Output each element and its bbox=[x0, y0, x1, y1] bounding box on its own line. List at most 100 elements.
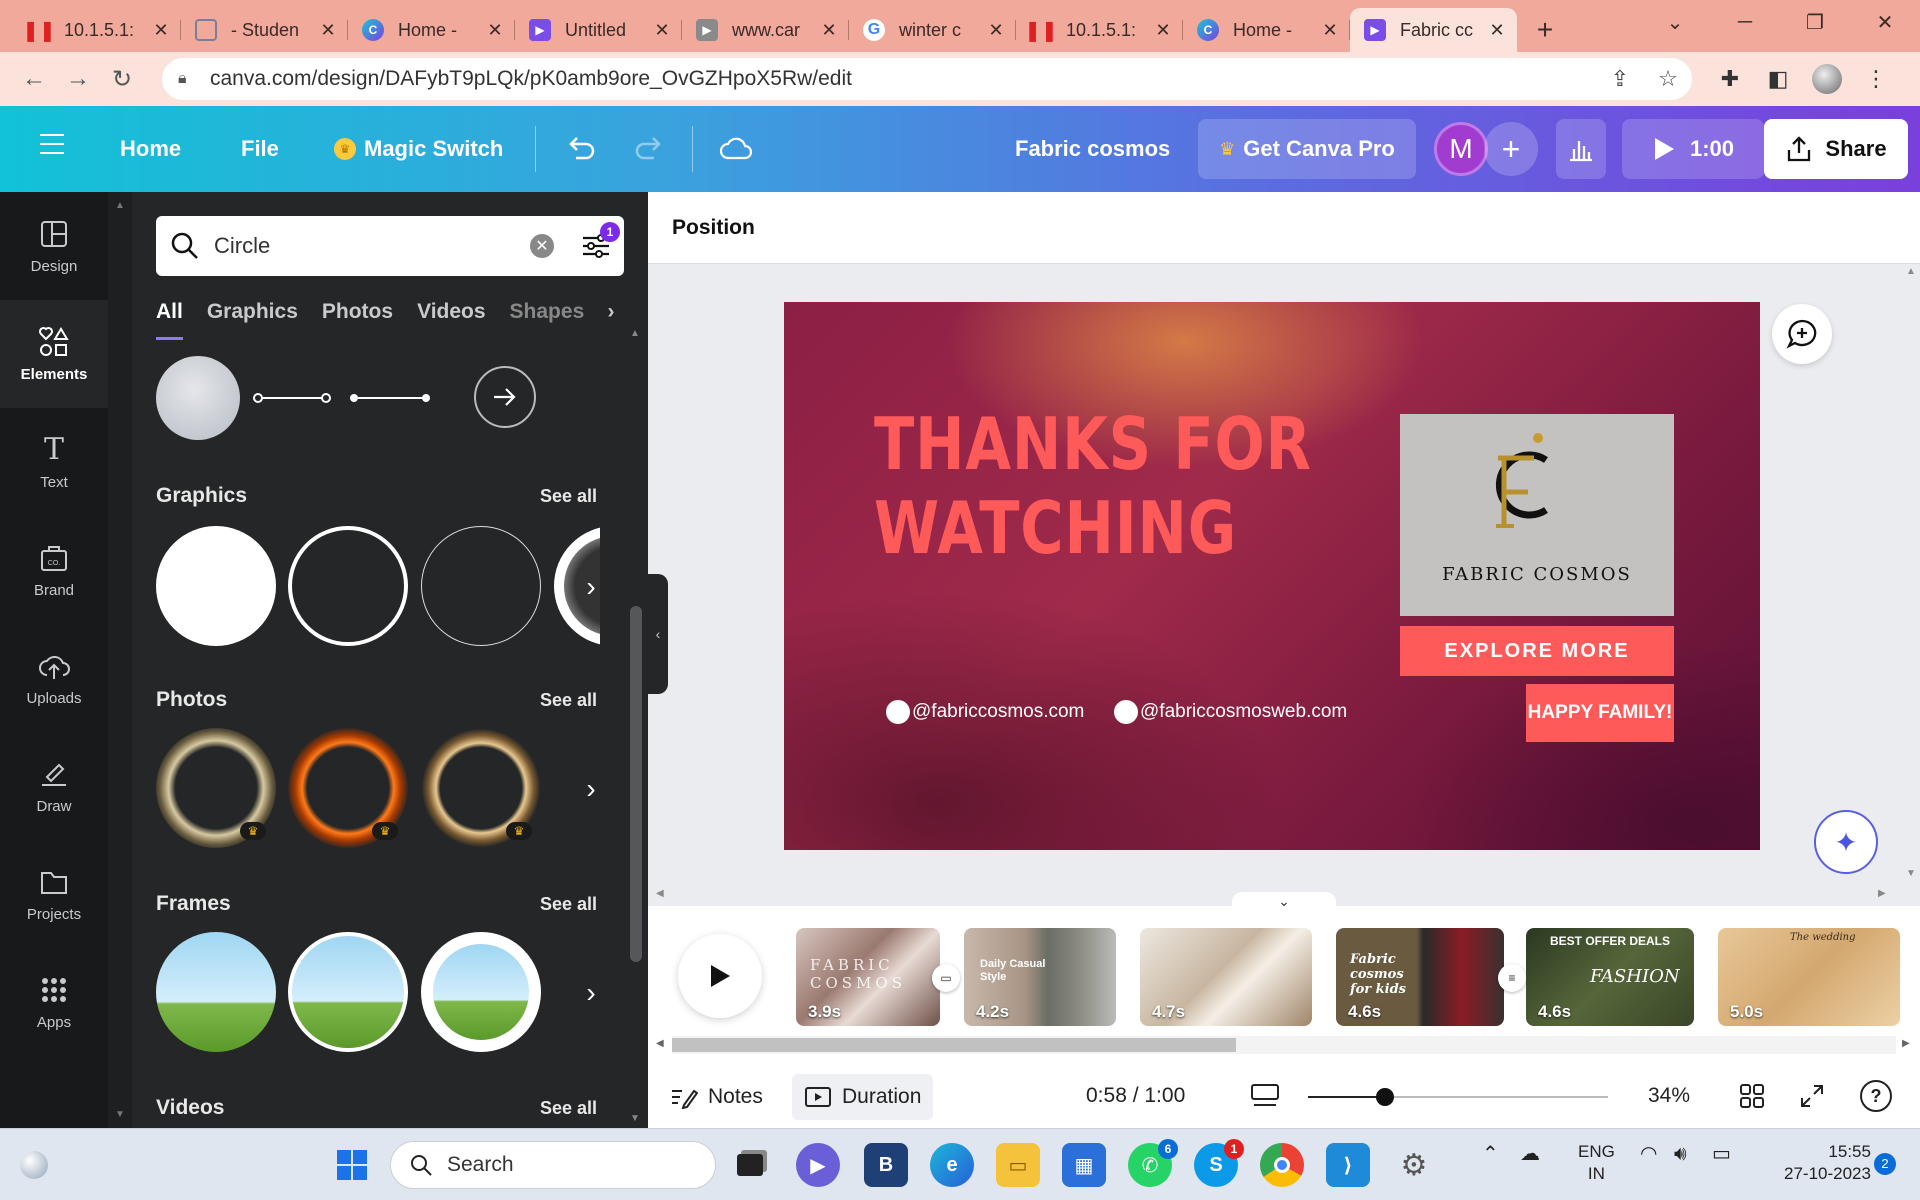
browser-tab[interactable]: C Home - ✕ bbox=[1183, 8, 1350, 52]
rail-draw[interactable]: Draw bbox=[0, 732, 108, 840]
panel-left-scrollbar[interactable]: ▲ ▼ bbox=[108, 192, 132, 1128]
browser-tab[interactable]: C Home - ✕ bbox=[348, 8, 515, 52]
taskbar-search[interactable]: Search bbox=[390, 1141, 716, 1189]
zoom-percent[interactable]: 34% bbox=[1648, 1084, 1690, 1108]
scroll-right-icon[interactable]: ▶ bbox=[1878, 888, 1886, 899]
language-indicator[interactable]: ENG IN bbox=[1578, 1141, 1615, 1185]
rail-apps[interactable]: Apps bbox=[0, 948, 108, 1056]
browser-tab[interactable]: ▶ Untitled ✕ bbox=[515, 8, 682, 52]
close-icon[interactable]: ✕ bbox=[1487, 20, 1507, 41]
present-play-button[interactable]: 1:00 bbox=[1622, 119, 1764, 179]
reload-icon[interactable]: ↻ bbox=[100, 57, 144, 101]
file-explorer-icon[interactable]: ▭ bbox=[996, 1143, 1040, 1187]
weather-icon[interactable] bbox=[12, 1143, 56, 1187]
magic-switch-button[interactable]: ♛ Magic Switch bbox=[334, 136, 503, 162]
undo-icon[interactable] bbox=[562, 130, 598, 166]
battery-icon[interactable]: ▭ bbox=[1712, 1143, 1731, 1165]
scrollbar-thumb[interactable] bbox=[630, 606, 642, 962]
scroll-down-icon[interactable]: ▼ bbox=[115, 1109, 125, 1120]
headline[interactable]: THANKS FOR WATCHING bbox=[874, 402, 1312, 570]
minimize-icon[interactable]: ─ bbox=[1710, 0, 1780, 44]
back-arrow-icon[interactable]: ← bbox=[12, 57, 56, 101]
grid-view-icon[interactable] bbox=[1738, 1082, 1766, 1110]
rail-projects[interactable]: Projects bbox=[0, 840, 108, 948]
social-handle-2[interactable]: @fabriccosmosweb.com bbox=[1114, 700, 1347, 724]
scroll-down-icon[interactable]: ▼ bbox=[630, 1113, 640, 1124]
tab-all[interactable]: All bbox=[156, 300, 183, 340]
thumbnail-view-icon[interactable] bbox=[1250, 1082, 1280, 1110]
photos-see-all-link[interactable]: See all bbox=[540, 690, 597, 711]
frame-circle-landscape[interactable] bbox=[156, 932, 276, 1052]
new-tab-button[interactable]: + bbox=[1525, 8, 1565, 52]
browser-tab[interactable]: G winter c ✕ bbox=[849, 8, 1016, 52]
scroll-left-icon[interactable]: ◀ bbox=[656, 888, 664, 899]
line-dots-result[interactable] bbox=[252, 390, 336, 406]
b-app-icon[interactable]: B bbox=[864, 1143, 908, 1187]
page-thumbnail[interactable]: BEST OFFER DEALS FASHION 4.6s bbox=[1526, 928, 1694, 1026]
page-thumbnail[interactable]: FABRIC COSMOS 3.9s bbox=[796, 928, 940, 1026]
page-thumbnail[interactable]: Daily Casual Style 4.2s bbox=[964, 928, 1116, 1026]
share-page-icon[interactable]: ⇪ bbox=[1596, 66, 1644, 92]
redo-icon[interactable] bbox=[632, 130, 668, 166]
transition-icon[interactable]: ▭ bbox=[932, 964, 960, 992]
tab-graphics[interactable]: Graphics bbox=[207, 300, 298, 340]
videos-see-all-link[interactable]: See all bbox=[540, 1098, 597, 1119]
close-icon[interactable]: ✕ bbox=[652, 20, 672, 41]
profile-avatar[interactable] bbox=[1812, 64, 1842, 94]
close-icon[interactable]: ✕ bbox=[1153, 20, 1173, 41]
hamburger-menu-icon[interactable] bbox=[40, 134, 64, 154]
close-icon[interactable]: ✕ bbox=[1320, 20, 1340, 41]
brand-logo-box[interactable]: FABRIC COSMOS bbox=[1400, 414, 1674, 616]
line-dot-end-result[interactable] bbox=[348, 390, 432, 406]
elements-search[interactable]: Circle ✕ 1 bbox=[156, 216, 624, 276]
graphic-outline-thick-circle[interactable] bbox=[288, 526, 408, 646]
browser-tab-active[interactable]: ▶ Fabric cc ✕ bbox=[1350, 8, 1517, 52]
rail-elements[interactable]: Elements bbox=[0, 300, 108, 408]
volume-icon[interactable]: 🔊︎ bbox=[1674, 1143, 1687, 1165]
whatsapp-icon[interactable]: ✆ 6 bbox=[1128, 1139, 1178, 1187]
frame-circle-landscape-thick[interactable] bbox=[421, 932, 541, 1052]
close-icon[interactable]: ✕ bbox=[151, 20, 171, 41]
skype-icon[interactable]: S 1 bbox=[1194, 1139, 1244, 1187]
arrow-circle-result[interactable] bbox=[474, 366, 536, 428]
rail-design[interactable]: Design bbox=[0, 192, 108, 300]
zoom-slider[interactable] bbox=[1308, 1088, 1608, 1106]
close-icon[interactable]: ✕ bbox=[819, 20, 839, 41]
close-window-icon[interactable]: ✕ bbox=[1850, 0, 1920, 44]
scroll-down-icon[interactable]: ▼ bbox=[1906, 868, 1916, 879]
rail-text[interactable]: T Text bbox=[0, 408, 108, 516]
chrome-icon[interactable] bbox=[1260, 1143, 1304, 1187]
filter-button[interactable]: 1 bbox=[576, 222, 620, 266]
store-icon[interactable]: ▦ bbox=[1062, 1143, 1106, 1187]
edge-browser-icon[interactable]: e bbox=[930, 1143, 974, 1187]
add-collaborator-button[interactable]: + bbox=[1484, 122, 1538, 176]
scroll-up-icon[interactable]: ▲ bbox=[115, 200, 125, 211]
photos-next-icon[interactable]: › bbox=[566, 764, 616, 814]
chevron-down-icon[interactable]: ⌄ bbox=[1640, 0, 1710, 44]
close-icon[interactable]: ✕ bbox=[986, 20, 1006, 41]
notification-badge[interactable]: 2 bbox=[1874, 1153, 1896, 1175]
duration-button[interactable]: Duration bbox=[792, 1074, 934, 1120]
grey-circle-result[interactable] bbox=[156, 356, 240, 440]
add-comment-button[interactable] bbox=[1772, 304, 1832, 364]
puzzle-icon[interactable]: ✚ bbox=[1706, 66, 1754, 92]
tab-videos[interactable]: Videos bbox=[417, 300, 485, 340]
graphics-see-all-link[interactable]: See all bbox=[540, 486, 597, 507]
close-icon[interactable]: ✕ bbox=[318, 20, 338, 41]
onedrive-icon[interactable]: ☁ bbox=[1520, 1143, 1540, 1165]
rail-uploads[interactable]: Uploads bbox=[0, 624, 108, 732]
browser-tab[interactable]: ❚❚ 10.1.5.1: ✕ bbox=[1016, 8, 1183, 52]
get-canva-pro-button[interactable]: ♛ Get Canva Pro bbox=[1198, 119, 1416, 179]
design-slide[interactable]: THANKS FOR WATCHING FABRIC COSMOS EXPLOR… bbox=[784, 302, 1760, 850]
frame-circle-landscape-border[interactable] bbox=[288, 932, 408, 1052]
happy-family-label[interactable]: HAPPY FAMILY! bbox=[1526, 684, 1674, 742]
sidepanel-icon[interactable]: ◧ bbox=[1754, 66, 1802, 92]
position-button[interactable]: Position bbox=[672, 216, 755, 240]
windows-start-icon[interactable] bbox=[330, 1143, 374, 1187]
restore-icon[interactable]: ❐ bbox=[1780, 0, 1850, 44]
tab-shapes[interactable]: Shapes bbox=[510, 300, 584, 340]
rail-brand[interactable]: CO. Brand bbox=[0, 516, 108, 624]
browser-tab[interactable]: - Studen ✕ bbox=[181, 8, 348, 52]
page-thumbnail[interactable]: The wedding 5.0s bbox=[1718, 928, 1900, 1026]
graphic-outline-thin-circle[interactable] bbox=[421, 526, 541, 646]
